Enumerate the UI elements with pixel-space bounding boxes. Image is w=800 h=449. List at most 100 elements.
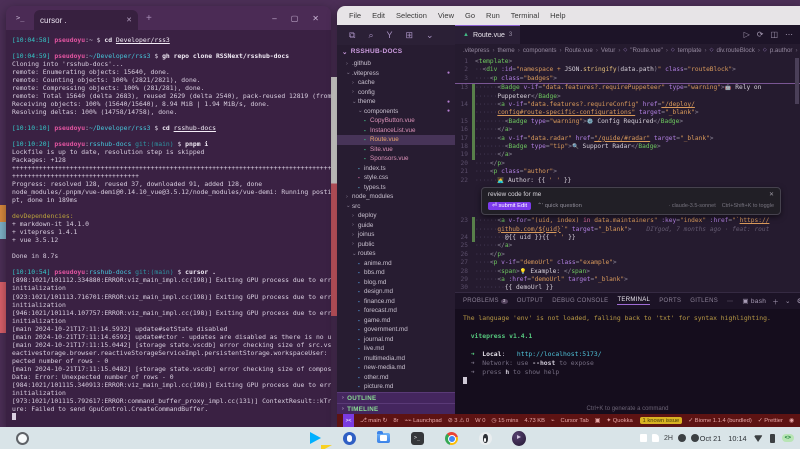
new-terminal-icon[interactable]: ＋ xyxy=(772,296,779,306)
tree-item-route.vue[interactable]: ▪Route.vue xyxy=(337,135,455,145)
status-item[interactable]: ⌁ xyxy=(551,418,555,424)
tree-item-index.ts[interactable]: ▪index.ts xyxy=(337,164,455,174)
cursor-app-icon[interactable] xyxy=(512,431,526,445)
terminal-dropdown-icon[interactable]: ⌄ xyxy=(785,297,791,305)
terminal-tab[interactable]: cursor . ✕ xyxy=(34,10,138,30)
notification-count[interactable]: 2H xyxy=(664,435,673,442)
terminal-app-icon[interactable]: >_ xyxy=(410,431,424,445)
status-item[interactable]: 4.73 KB xyxy=(524,418,545,424)
close-button[interactable]: ✕ xyxy=(312,14,319,23)
terminal-titlebar[interactable]: >_ cursor . ✕ + –▢✕ xyxy=(6,6,331,30)
launcher-button[interactable] xyxy=(16,432,29,445)
panel-tab-⋯[interactable]: ⋯ xyxy=(727,298,733,305)
minimize-button[interactable]: – xyxy=(272,14,276,23)
breadcrumb-item[interactable]: .vitepress xyxy=(463,47,489,54)
tree-item-blog.md[interactable]: ▪blog.md xyxy=(337,278,455,288)
remote-indicator[interactable]: >< xyxy=(343,414,354,427)
submit-edit-button[interactable]: ⏎ submit Edit xyxy=(488,202,531,210)
status-item[interactable]: ✓ Prettier xyxy=(758,418,783,424)
status-item[interactable]: ✓ Biome 1.1.4 (bundled) xyxy=(688,418,752,424)
notification-icon[interactable] xyxy=(640,434,647,442)
status-item[interactable]: ▣ xyxy=(595,418,600,424)
more-views-icon[interactable]: ⌄ xyxy=(426,30,434,41)
menu-item-help[interactable]: Help xyxy=(550,11,565,20)
explorer-header[interactable]: ⌄ RSSHUB-DOCS xyxy=(337,45,455,58)
status-item[interactable]: Cursor Tab xyxy=(561,418,589,424)
files-icon[interactable] xyxy=(376,431,390,445)
panel-tab-gitlens[interactable]: GITLENS xyxy=(690,298,718,304)
breadcrumb-item[interactable]: template xyxy=(678,47,702,54)
tree-item-site.vue[interactable]: ▪Site.vue xyxy=(337,145,455,155)
breadcrumb-item[interactable]: p.author xyxy=(770,47,793,54)
breadcrumb-item[interactable]: Vetur xyxy=(601,47,615,54)
integrated-terminal[interactable]: The language 'env' is not loaded, fallin… xyxy=(455,309,800,414)
inline-chat-widget[interactable]: review code for me✕⏎ submit Edit⌃' quick… xyxy=(481,187,781,215)
menu-item-go[interactable]: Go xyxy=(465,11,475,20)
status-item[interactable]: ⊘ 3 ⚠ 0 xyxy=(448,418,469,424)
menu-item-file[interactable]: File xyxy=(349,11,361,20)
explorer-icon[interactable]: ⧉ xyxy=(349,30,355,41)
split-editor-icon[interactable]: ◫ xyxy=(770,30,778,39)
status-item[interactable]: ✦ Quokka xyxy=(606,418,632,424)
tree-item-.vitepress[interactable]: ⌄.vitepress● xyxy=(337,69,455,79)
breadcrumb-item[interactable]: div.routeBlock xyxy=(716,47,754,54)
extensions-icon[interactable]: ⊞ xyxy=(406,30,414,41)
tree-item-game.md[interactable]: ▪game.md xyxy=(337,316,455,326)
menu-item-terminal[interactable]: Terminal xyxy=(511,11,539,20)
status-item[interactable]: ⌁⌁ Launchpad xyxy=(404,418,441,424)
tree-item-journal.md[interactable]: ▪journal.md xyxy=(337,335,455,345)
tree-item-picture.md[interactable]: ▪picture.md xyxy=(337,382,455,392)
panel-tab-problems[interactable]: PROBLEMS3 xyxy=(463,298,508,304)
tree-item-bbs.md[interactable]: ▪bbs.md xyxy=(337,268,455,278)
tree-item-.github[interactable]: ›.github xyxy=(337,59,455,69)
tree-item-government.md[interactable]: ▪government.md xyxy=(337,325,455,335)
menu-item-run[interactable]: Run xyxy=(486,11,500,20)
tree-item-other.md[interactable]: ▪other.md xyxy=(337,373,455,383)
tree-item-node_modules[interactable]: ›node_modules xyxy=(337,192,455,202)
chrome-icon[interactable] xyxy=(444,431,458,445)
tree-item-anime.md[interactable]: ▪anime.md xyxy=(337,259,455,269)
status-item[interactable]: ◷ 15 mins xyxy=(491,418,518,424)
status-item[interactable]: ⎇ main ↻ xyxy=(360,418,387,424)
editor-scrollbar[interactable] xyxy=(795,58,799,104)
tree-item-instancelist.vue[interactable]: ▪InstanceList.vue xyxy=(337,126,455,136)
search-icon[interactable]: ⌕ xyxy=(368,30,373,41)
terminal-shell-label[interactable]: ▣ bash xyxy=(742,297,766,305)
tree-item-sponsors.vue[interactable]: ▪Sponsors.vue xyxy=(337,154,455,164)
quick-question-button[interactable]: ⌃' quick question xyxy=(537,203,582,209)
tree-item-components[interactable]: ⌄components● xyxy=(337,107,455,117)
more-actions-icon[interactable]: ⋯ xyxy=(785,30,793,39)
panel-tab-debug-console[interactable]: DEBUG CONSOLE xyxy=(552,298,608,304)
source-control-icon[interactable]: Y xyxy=(386,30,392,40)
notification-icon[interactable] xyxy=(652,434,659,442)
menu-item-edit[interactable]: Edit xyxy=(372,11,385,20)
tree-item-public[interactable]: ›public xyxy=(337,240,455,250)
close-icon[interactable]: ✕ xyxy=(769,191,774,198)
tree-item-new-media.md[interactable]: ▪new-media.md xyxy=(337,363,455,373)
new-tab-button[interactable]: + xyxy=(146,13,152,24)
breadcrumb-item[interactable]: Route.vue xyxy=(565,47,593,54)
maximize-button[interactable]: ▢ xyxy=(291,14,299,23)
tree-item-guide[interactable]: ›guide xyxy=(337,221,455,231)
menu-item-selection[interactable]: Selection xyxy=(396,11,427,20)
model-label[interactable]: · claude-3.5-sonnet xyxy=(668,203,715,209)
tree-item-copybutton.vue[interactable]: ▪CopyButton.vue xyxy=(337,116,455,126)
breadcrumb[interactable]: .vitepress›theme›components›Route.vue›Ve… xyxy=(455,44,800,56)
breadcrumb-item[interactable]: theme xyxy=(498,47,515,54)
panel-tab-ports[interactable]: PORTS xyxy=(659,298,681,304)
breadcrumb-item[interactable]: "Route.vue" xyxy=(630,47,663,54)
tree-item-finance.md[interactable]: ▪finance.md xyxy=(337,297,455,307)
terminal-output[interactable]: [10:04:58] pseudoyu:~ $ cd Developer/rss… xyxy=(6,30,331,427)
panel-tab-terminal[interactable]: TERMINAL xyxy=(617,297,650,305)
tree-item-joinus[interactable]: ›joinus xyxy=(337,230,455,240)
tab-route-vue[interactable]: ▲ Route.vue 3 xyxy=(455,25,520,44)
tree-item-multimedia.md[interactable]: ▪multimedia.md xyxy=(337,354,455,364)
breadcrumb-item[interactable]: components xyxy=(523,47,557,54)
tree-item-cache[interactable]: ›cache xyxy=(337,78,455,88)
timeline-section[interactable]: › TIMELINE xyxy=(337,403,455,414)
status-icon[interactable] xyxy=(691,434,699,442)
tree-item-types.ts[interactable]: ▪types.ts xyxy=(337,183,455,193)
tree-item-routes[interactable]: ⌄routes xyxy=(337,249,455,259)
refresh-icon[interactable]: ⟳ xyxy=(757,30,764,39)
tab-close-icon[interactable]: ✕ xyxy=(126,16,132,24)
